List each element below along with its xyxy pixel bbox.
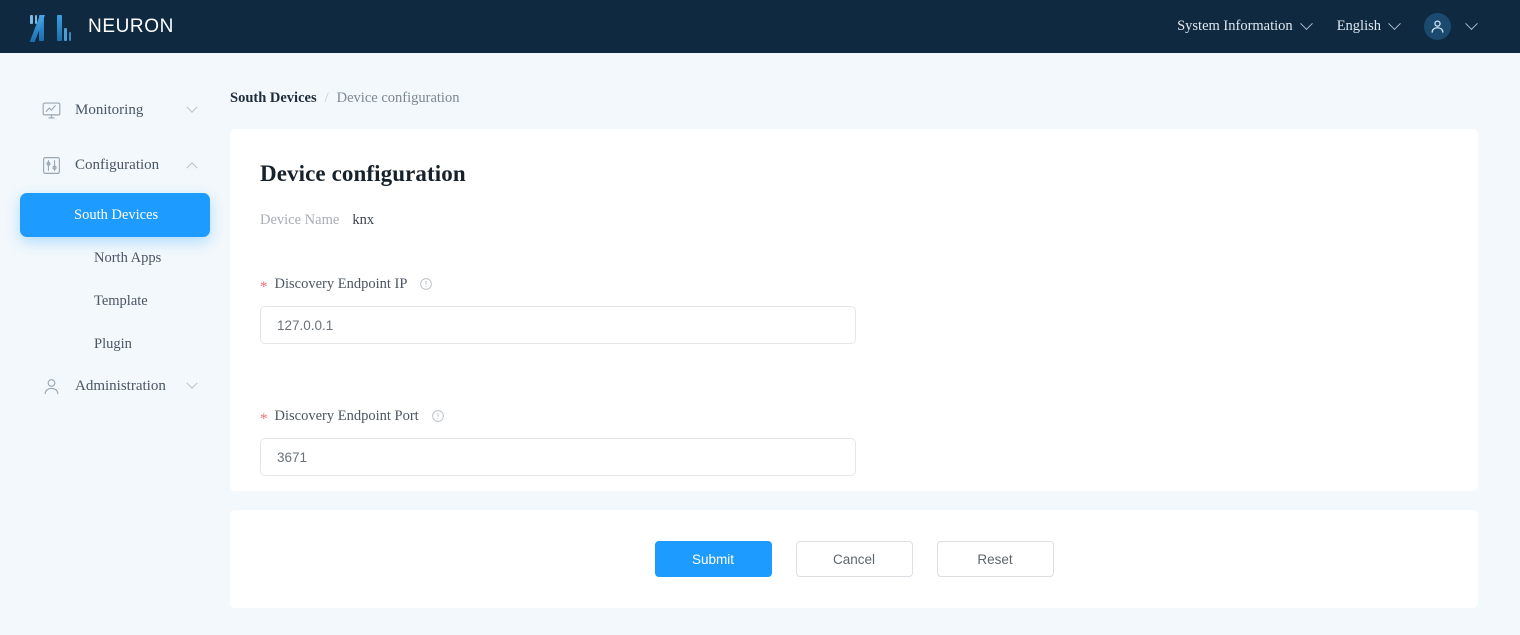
user-icon (40, 375, 62, 397)
submit-button[interactable]: Submit (655, 541, 772, 577)
breadcrumb-current: Device configuration (337, 90, 460, 107)
brand-name: NEURON (88, 16, 174, 38)
sidebar-item-label: North Apps (94, 250, 161, 267)
field-label: * Discovery Endpoint Port (260, 406, 1478, 426)
discovery-endpoint-port-input[interactable] (260, 438, 856, 476)
sidebar-group-administration[interactable]: Administration (0, 366, 230, 406)
sidebar-group-label: Administration (75, 378, 188, 395)
required-asterisk: * (260, 280, 268, 295)
sidebar: Monitoring Configuration South Devices N… (0, 53, 230, 635)
sidebar-group-label: Configuration (75, 157, 188, 174)
system-information-label: System Information (1177, 18, 1293, 35)
chevron-down-icon (1465, 17, 1478, 30)
field-discovery-endpoint-ip: * Discovery Endpoint IP (260, 274, 1478, 344)
breadcrumb-root[interactable]: South Devices (230, 90, 317, 107)
breadcrumb-separator: / (325, 90, 329, 107)
chevron-down-icon (188, 377, 196, 395)
language-menu[interactable]: English (1324, 0, 1412, 53)
sliders-icon (40, 154, 62, 176)
user-menu-toggle[interactable] (1451, 0, 1486, 53)
cancel-button[interactable]: Cancel (796, 541, 913, 577)
neuron-logo-icon (30, 13, 74, 41)
sidebar-item-south-devices[interactable]: South Devices (20, 193, 210, 237)
avatar[interactable] (1424, 13, 1451, 40)
chevron-down-icon (1300, 17, 1313, 30)
device-name-value: knx (352, 212, 374, 229)
sidebar-item-label: South Devices (74, 207, 158, 224)
field-label: * Discovery Endpoint IP (260, 274, 1478, 294)
app-header: NEURON System Information English (0, 0, 1520, 53)
sidebar-item-template[interactable]: Template (20, 280, 210, 323)
sidebar-item-north-apps[interactable]: North Apps (20, 237, 210, 280)
page-title: Device configuration (260, 161, 1478, 187)
chevron-up-icon (188, 156, 196, 174)
monitor-chart-icon (40, 99, 62, 121)
form-actions-bar: Submit Cancel Reset (230, 510, 1478, 608)
info-circle-icon[interactable] (419, 277, 433, 291)
main-content: South Devices / Device configuration Dev… (230, 53, 1520, 635)
device-name-label: Device Name (260, 212, 339, 229)
sidebar-group-label: Monitoring (75, 102, 188, 119)
sidebar-item-label: Plugin (94, 336, 132, 353)
header-actions: System Information English (1164, 0, 1486, 53)
field-label-text: Discovery Endpoint IP (275, 276, 408, 293)
chevron-down-icon (188, 101, 196, 119)
sidebar-item-label: Template (94, 293, 148, 310)
brand-logo[interactable]: NEURON (30, 13, 174, 41)
device-configuration-card: Device configuration Device Name knx * D… (230, 129, 1478, 491)
sidebar-group-configuration[interactable]: Configuration (0, 145, 230, 185)
sidebar-item-plugin[interactable]: Plugin (20, 323, 210, 366)
sidebar-group-monitoring[interactable]: Monitoring (0, 90, 230, 130)
language-label: English (1337, 18, 1381, 35)
reset-button[interactable]: Reset (937, 541, 1054, 577)
chevron-down-icon (1388, 17, 1401, 30)
field-discovery-endpoint-port: * Discovery Endpoint Port (260, 406, 1478, 476)
system-information-menu[interactable]: System Information (1164, 0, 1324, 53)
field-label-text: Discovery Endpoint Port (275, 408, 419, 425)
breadcrumb: South Devices / Device configuration (230, 53, 1520, 98)
discovery-endpoint-ip-input[interactable] (260, 306, 856, 344)
info-circle-icon[interactable] (431, 409, 445, 423)
device-name-row: Device Name knx (260, 212, 1478, 229)
required-asterisk: * (260, 412, 268, 427)
